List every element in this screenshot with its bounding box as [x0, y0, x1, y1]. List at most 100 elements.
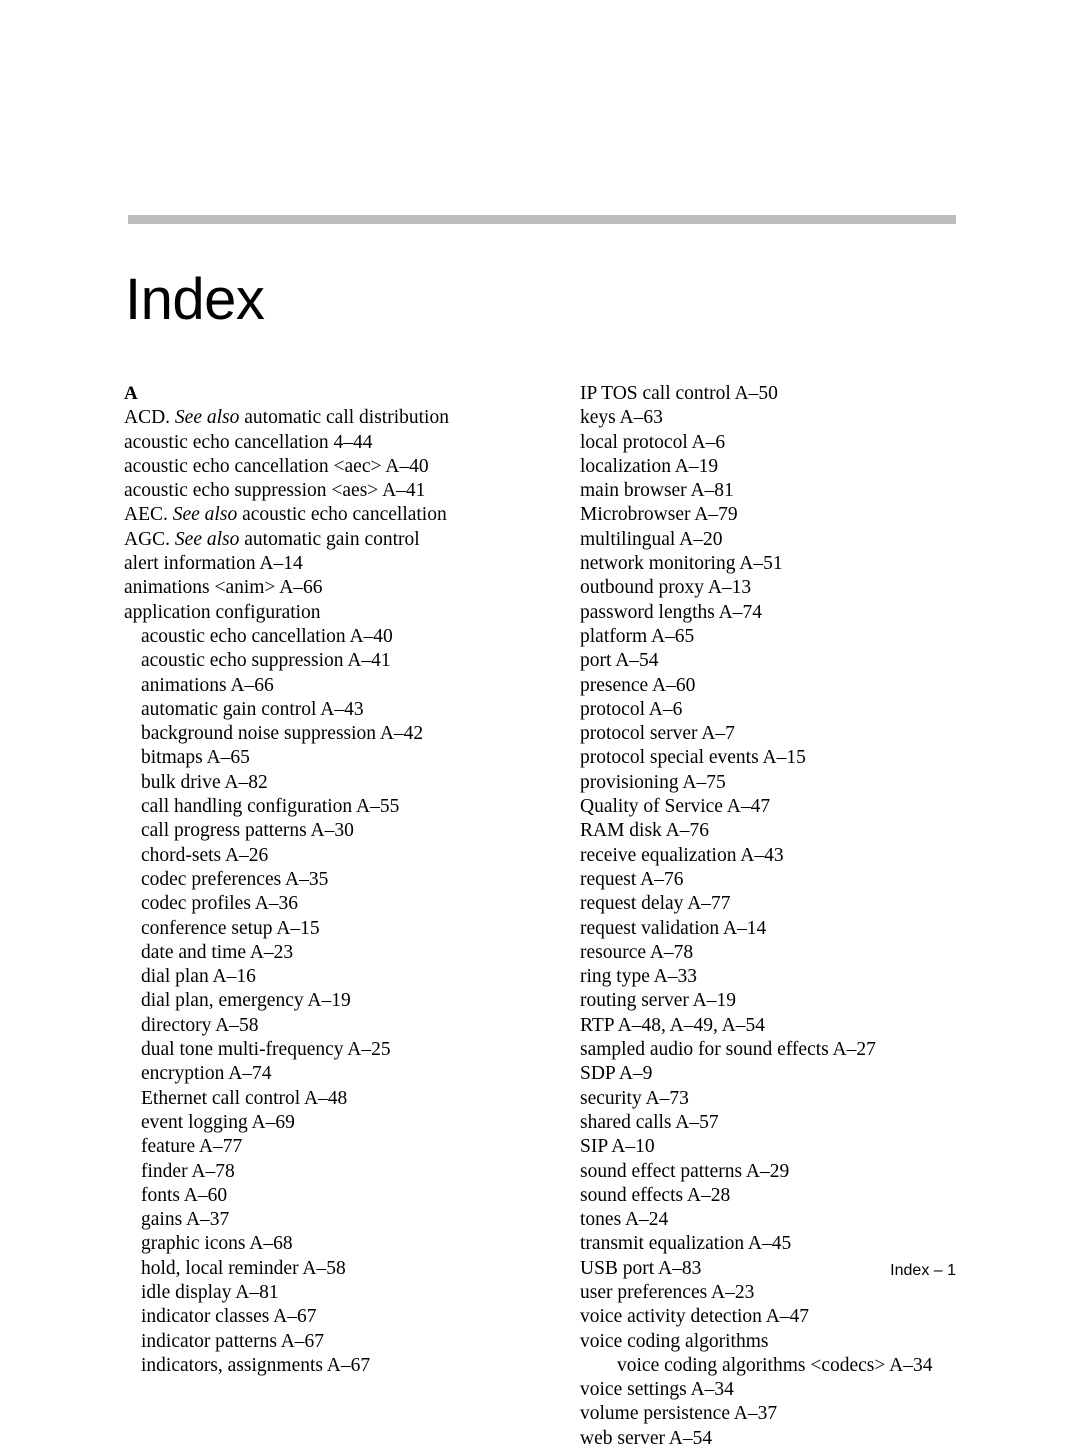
- entry-text: keys A–63: [580, 407, 663, 429]
- letter-label: A: [124, 383, 138, 404]
- entry-text: voice coding algorithms <codecs> A–34: [617, 1354, 933, 1376]
- entry-text: acoustic echo suppression A–41: [141, 650, 391, 672]
- index-entry: call progress patterns A–30: [124, 819, 544, 843]
- entry-text: voice coding algorithms: [580, 1330, 769, 1352]
- index-entry: idle display A–81: [124, 1281, 544, 1305]
- index-entry: sound effects A–28: [580, 1184, 1010, 1208]
- index-entry: transmit equalization A–45: [580, 1232, 1010, 1256]
- index-entry: shared calls A–57: [580, 1111, 1010, 1135]
- entry-text: web server A–54: [580, 1427, 713, 1449]
- entry-text: indicator patterns A–67: [141, 1330, 325, 1352]
- entry-text: acoustic echo cancellation A–40: [141, 625, 393, 647]
- header-rule: [128, 215, 956, 224]
- index-entry: dial plan, emergency A–19: [124, 989, 544, 1013]
- index-entry: sound effect patterns A–29: [580, 1160, 1010, 1184]
- index-entry: user preferences A–23: [580, 1281, 1010, 1305]
- entry-text: dual tone multi-frequency A–25: [141, 1039, 391, 1061]
- page-footer: Index – 1: [890, 1262, 956, 1279]
- index-entry: acoustic echo cancellation A–40: [124, 625, 544, 649]
- entry-term: AGC.: [124, 528, 175, 550]
- index-entry: automatic gain control A–43: [124, 698, 544, 722]
- index-entry: IP TOS call control A–50: [580, 382, 1010, 406]
- entry-text: indicator classes A–67: [141, 1306, 317, 1328]
- entry-text: SDP A–9: [580, 1063, 653, 1085]
- entry-term: ACD.: [124, 407, 175, 429]
- index-entry: directory A–58: [124, 1014, 544, 1038]
- index-entry: encryption A–74: [124, 1062, 544, 1086]
- entry-text: automatic gain control A–43: [141, 698, 364, 720]
- entry-term: AEC.: [124, 504, 173, 526]
- entry-text: feature A–77: [141, 1136, 243, 1158]
- entry-text: ring type A–33: [580, 966, 697, 988]
- entry-text: request validation A–14: [580, 917, 767, 939]
- entry-text: encryption A–74: [141, 1063, 272, 1085]
- entry-text: idle display A–81: [141, 1281, 279, 1303]
- entry-text: multilingual A–20: [580, 528, 723, 550]
- entry-text: Quality of Service A–47: [580, 796, 771, 818]
- entry-text: codec profiles A–36: [141, 893, 299, 915]
- index-entry: tones A–24: [580, 1208, 1010, 1232]
- entry-text: animations A–66: [141, 674, 274, 696]
- index-entry: codec preferences A–35: [124, 868, 544, 892]
- index-letter-heading: A: [124, 382, 544, 406]
- index-entry: dial plan A–16: [124, 965, 544, 989]
- entry-text: finder A–78: [141, 1160, 235, 1182]
- index-entry: request delay A–77: [580, 892, 1010, 916]
- entry-text: Microbrowser A–79: [580, 504, 738, 526]
- index-entry: Quality of Service A–47: [580, 795, 1010, 819]
- index-entry: localization A–19: [580, 455, 1010, 479]
- entry-text: port A–54: [580, 650, 659, 672]
- see-also-label: See also: [174, 407, 240, 429]
- entry-text: SIP A–10: [580, 1136, 655, 1158]
- index-entry: Microbrowser A–79: [580, 503, 1010, 527]
- index-entry: application configuration: [124, 601, 544, 625]
- index-entry: indicator patterns A–67: [124, 1330, 544, 1354]
- entry-text: animations <anim> A–66: [124, 577, 323, 599]
- entry-text: event logging A–69: [141, 1111, 295, 1133]
- index-entry: finder A–78: [124, 1160, 544, 1184]
- entry-text: voice activity detection A–47: [580, 1306, 810, 1328]
- entry-text: outbound proxy A–13: [580, 577, 752, 599]
- index-entry: resource A–78: [580, 941, 1010, 965]
- index-entry: event logging A–69: [124, 1111, 544, 1135]
- index-entry: keys A–63: [580, 406, 1010, 430]
- entry-text: local protocol A–6: [580, 431, 726, 453]
- entry-text: indicators, assignments A–67: [141, 1354, 371, 1376]
- entry-text: security A–73: [580, 1087, 689, 1109]
- entry-text: call progress patterns A–30: [141, 820, 354, 842]
- entry-text: acoustic echo cancellation <aec> A–40: [124, 455, 429, 477]
- entry-text: volume persistence A–37: [580, 1403, 778, 1425]
- index-entry: web server A–54: [580, 1427, 1010, 1451]
- index-entry: outbound proxy A–13: [580, 576, 1010, 600]
- index-entry: provisioning A–75: [580, 771, 1010, 795]
- entry-text: gains A–37: [141, 1209, 230, 1231]
- index-entry: request validation A–14: [580, 917, 1010, 941]
- entry-text: protocol A–6: [580, 698, 683, 720]
- index-entry: indicator classes A–67: [124, 1305, 544, 1329]
- index-entry: ACD. See also automatic call distributio…: [124, 406, 544, 430]
- index-entry: conference setup A–15: [124, 917, 544, 941]
- entry-text: dial plan, emergency A–19: [141, 990, 351, 1012]
- entry-text: password lengths A–74: [580, 601, 762, 623]
- entry-text: RAM disk A–76: [580, 820, 709, 842]
- index-entry: AGC. See also automatic gain control: [124, 528, 544, 552]
- entry-text: acoustic echo cancellation 4–44: [124, 431, 373, 453]
- entry-text: provisioning A–75: [580, 771, 726, 793]
- entry-text: sound effect patterns A–29: [580, 1160, 790, 1182]
- index-entry: acoustic echo suppression <aes> A–41: [124, 479, 544, 503]
- index-entry: multilingual A–20: [580, 528, 1010, 552]
- entry-text: date and time A–23: [141, 941, 294, 963]
- index-entry: protocol server A–7: [580, 722, 1010, 746]
- index-column-right: IP TOS call control A–50 keys A–63 local p…: [580, 382, 1010, 1451]
- entry-text: routing server A–19: [580, 990, 736, 1012]
- index-entry: receive equalization A–43: [580, 844, 1010, 868]
- entry-text: application configuration: [124, 601, 321, 623]
- entry-reference: automatic call distribution: [239, 407, 449, 429]
- index-entry: acoustic echo suppression A–41: [124, 649, 544, 673]
- index-page: Index A ACD. See also automatic call dist…: [0, 0, 1080, 1449]
- index-entry: sampled audio for sound effects A–27: [580, 1038, 1010, 1062]
- index-entry: network monitoring A–51: [580, 552, 1010, 576]
- entry-text: chord-sets A–26: [141, 844, 269, 866]
- index-entry: chord-sets A–26: [124, 844, 544, 868]
- entry-text: voice settings A–34: [580, 1379, 734, 1401]
